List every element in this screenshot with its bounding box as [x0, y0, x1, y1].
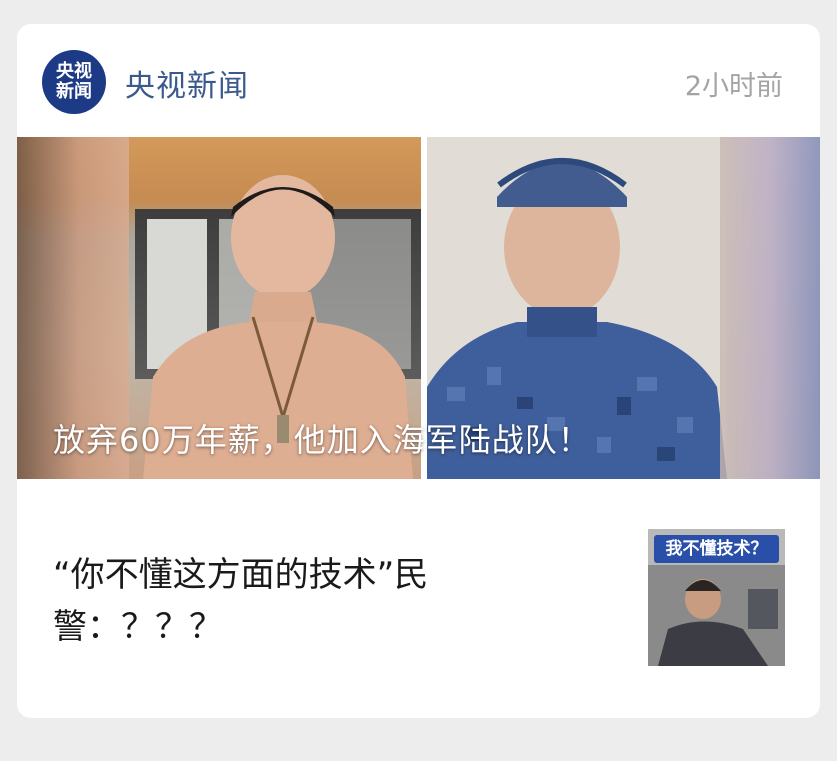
- source-name[interactable]: 央视新闻: [125, 61, 249, 105]
- blur-right-edge: [720, 137, 820, 479]
- timestamp: 2小时前: [684, 71, 783, 102]
- news-item-thumbnail[interactable]: 我不懂技术？: [648, 529, 785, 666]
- logo-line-1: 央视: [56, 61, 92, 82]
- cctv-news-logo[interactable]: 央视 新闻: [42, 50, 106, 114]
- hero-caption: 放弃60万年薪，他加入海军陆战队！: [53, 421, 591, 459]
- news-card[interactable]: 央视 新闻 央视新闻 2小时前 放弃60万年薪，他加入海军陆战队！ “你不懂这方…: [17, 24, 820, 718]
- news-item-title[interactable]: “你不懂这方面的技术”民警：？？？: [53, 549, 573, 653]
- logo-line-2: 新闻: [56, 81, 92, 102]
- card-header: 央视 新闻 央视新闻 2小时前: [17, 24, 820, 136]
- hero-image[interactable]: 放弃60万年薪，他加入海军陆战队！: [17, 137, 820, 479]
- thumbnail-label: 我不懂技术？: [654, 535, 779, 563]
- news-list-item[interactable]: “你不懂这方面的技术”民警：？？？ 我不懂技术？: [17, 479, 820, 718]
